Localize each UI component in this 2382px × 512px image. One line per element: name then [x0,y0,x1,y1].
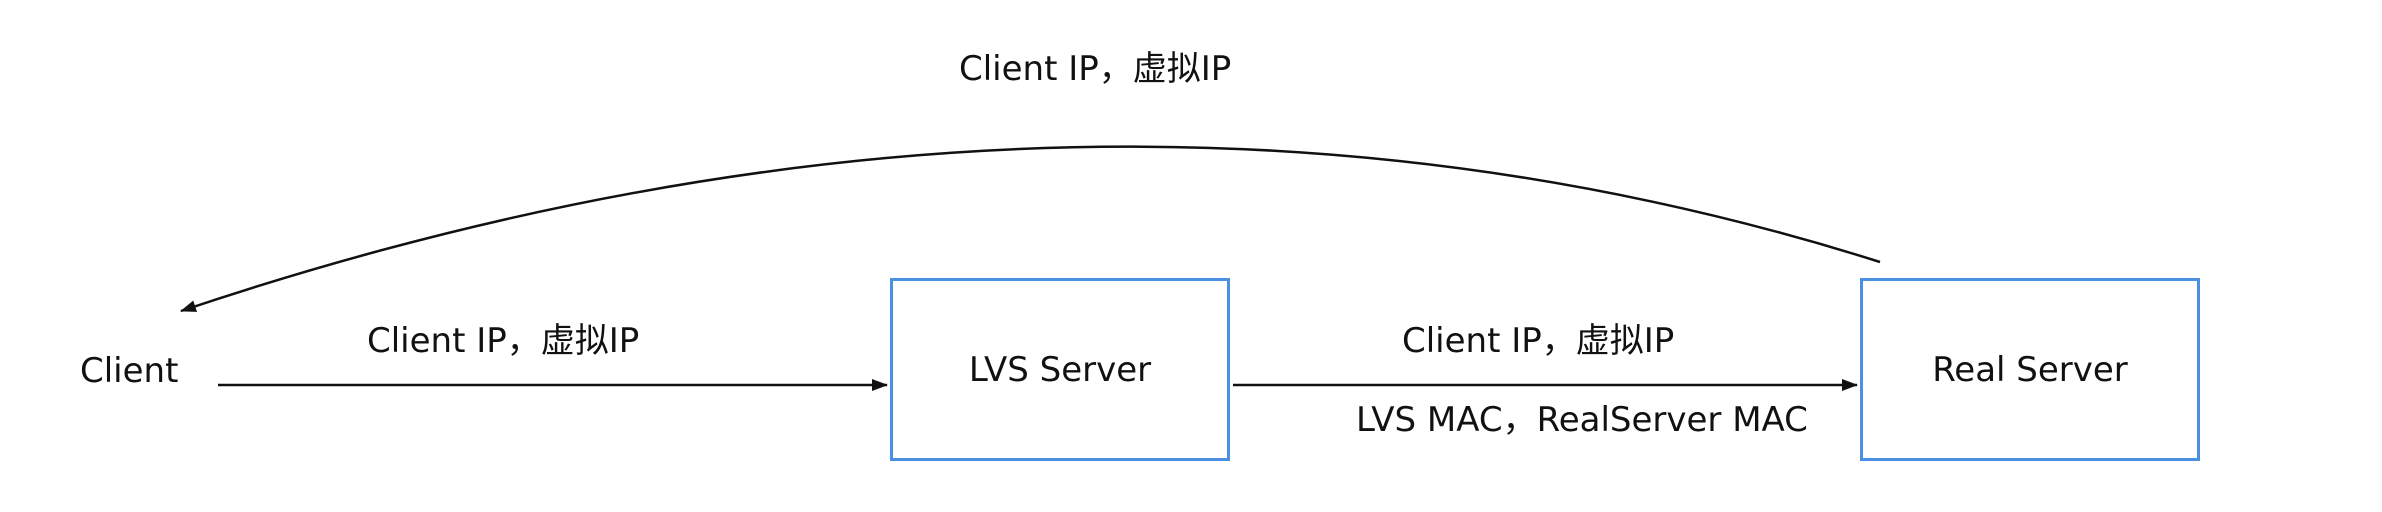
lvs-server-label: LVS Server [968,349,1152,390]
real-server-label: Real Server [1932,349,2128,390]
lvs-to-real-edge-label-bottom: LVS MAC，RealServer MAC [1356,400,1808,440]
lvs-to-real-edge-label-top: Client IP，虚拟IP [1402,321,1675,361]
client-label: Client [80,351,179,391]
diagram-canvas: Client LVS Server Real Server Client IP，… [0,0,2382,508]
real-server-box: Real Server [1860,278,2200,461]
real-to-client-edge-label: Client IP，虚拟IP [959,49,1232,89]
lvs-server-box: LVS Server [890,278,1230,461]
client-to-lvs-edge-label: Client IP，虚拟IP [367,321,640,361]
